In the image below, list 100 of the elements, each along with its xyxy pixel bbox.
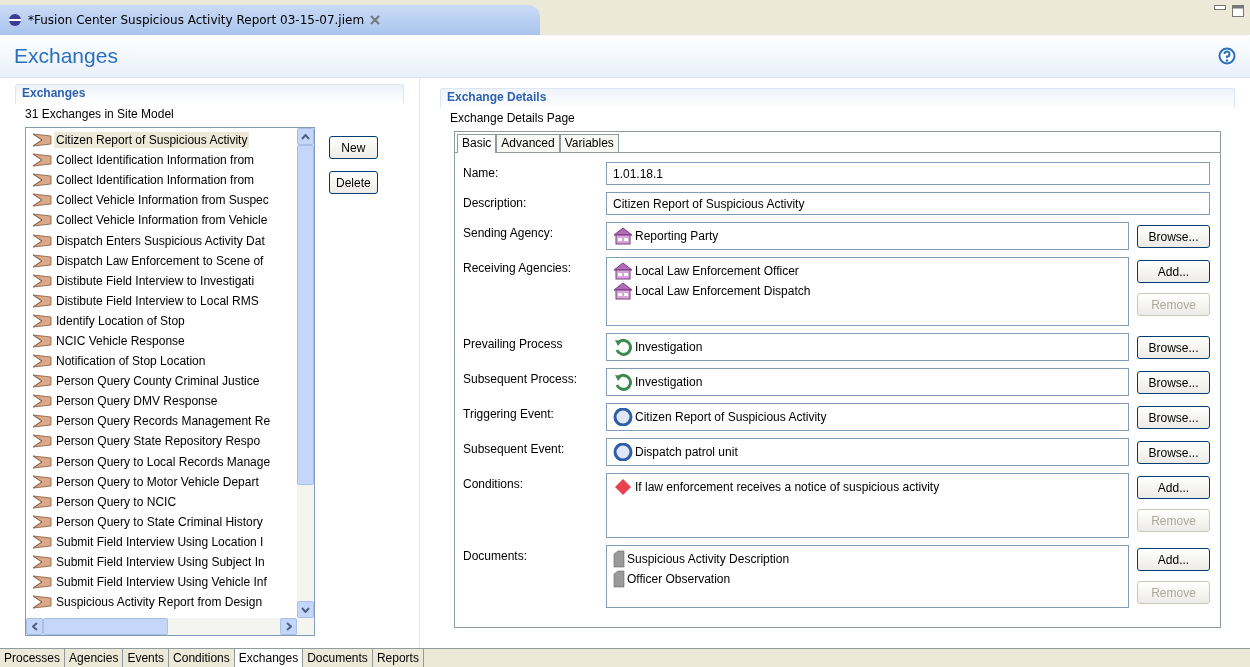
list-button[interactable]: Delete: [329, 171, 378, 194]
exchange-item[interactable]: NCIC Vehicle Response: [54, 333, 187, 349]
exchange-icon: [32, 514, 52, 529]
diamond-icon: [613, 478, 633, 496]
exchange-item[interactable]: Collect Identification Information from: [54, 172, 257, 189]
view-tab[interactable]: Exchanges: [234, 649, 304, 667]
exchange-icon: [32, 414, 52, 429]
exchange-item[interactable]: Person Query to Local Records Manage: [54, 453, 273, 470]
text-field[interactable]: 1.01.18.1: [606, 162, 1210, 185]
item-box[interactable]: Dispatch patrol unit: [606, 438, 1129, 466]
exchange-item[interactable]: Person Query to Motor Vehicle Depart: [54, 473, 261, 490]
item-text: Citizen Report of Suspicious Activity: [635, 410, 827, 424]
maximize-icon[interactable]: [1232, 5, 1244, 17]
exchange-icon: [32, 293, 52, 308]
exchange-item[interactable]: Collect Vehicle Information from Vehicle: [54, 212, 270, 229]
vertical-scrollbar[interactable]: [297, 128, 314, 618]
cycle-arrow-icon: [613, 338, 633, 356]
detail-tab[interactable]: Basic: [457, 134, 497, 153]
item-text: Investigation: [635, 375, 703, 389]
exchange-icon: [32, 575, 52, 590]
editor-tab[interactable]: *Fusion Center Suspicious Activity Report 03-15-07.jiem: [0, 5, 540, 35]
exchange-icon: [32, 253, 52, 268]
text-field[interactable]: Citizen Report of Suspicious Activity: [606, 192, 1210, 215]
close-icon[interactable]: [370, 15, 381, 25]
field-label: Prevailing Process: [463, 336, 564, 353]
exchange-item[interactable]: Distibute Field Interview to Investigati: [54, 272, 257, 289]
exchange-icon: [32, 394, 52, 409]
exchange-item[interactable]: Person Query to NCIC: [54, 493, 179, 510]
exchange-item[interactable]: Distibute Field Interview to Local RMS: [54, 292, 261, 309]
exchange-item[interactable]: Person Query to State Criminal History: [54, 513, 265, 530]
exchange-item[interactable]: Submit Field Interview Using Vehicle Inf: [54, 574, 269, 591]
exchange-item[interactable]: Dispatch Law Enforcement to Scene of: [54, 252, 266, 269]
house-icon: [613, 227, 633, 245]
field-label: Documents:: [463, 548, 529, 565]
detail-tab[interactable]: Advanced: [496, 134, 560, 152]
editor-tab-title: *Fusion Center Suspicious Activity Report 03-15-07.jiem: [28, 13, 365, 27]
item-text: Suspicious Activity Description: [627, 552, 790, 566]
exchange-icon: [32, 454, 52, 469]
house-icon: [613, 282, 633, 300]
field-button[interactable]: Browse...: [1137, 371, 1210, 394]
item-box[interactable]: Local Law Enforcement Officer Local Law Enforcement Dispatch: [606, 257, 1129, 326]
exchange-icon: [32, 313, 52, 328]
exchange-icon: [32, 434, 52, 449]
horizontal-scrollbar[interactable]: [26, 618, 314, 635]
exchange-icon: [32, 233, 52, 248]
page-title: Exchanges: [14, 44, 118, 68]
exchange-icon: [32, 133, 52, 148]
section-subtitle: Exchange Details Page: [449, 110, 576, 127]
item-box[interactable]: Investigation: [606, 368, 1129, 396]
field-button[interactable]: Browse...: [1137, 225, 1210, 248]
minimize-icon[interactable]: [1214, 5, 1226, 11]
exchange-icon: [32, 193, 52, 208]
exchange-item[interactable]: Submit Field Interview Using Location I: [54, 533, 266, 550]
item-box[interactable]: Suspicious Activity Description Officer Observation: [606, 545, 1129, 608]
document-icon: [613, 570, 625, 588]
exchange-item[interactable]: Citizen Report of Suspicious Activity: [54, 132, 250, 149]
exchange-item[interactable]: Person Query Records Management Re: [54, 413, 273, 430]
exchange-item[interactable]: Suspicious Activity Report from Design: [54, 594, 265, 611]
item-box[interactable]: Investigation: [606, 333, 1129, 361]
cycle-arrow-icon: [613, 373, 633, 391]
item-box[interactable]: Reporting Party: [606, 222, 1129, 250]
item-box[interactable]: Citizen Report of Suspicious Activity: [606, 403, 1129, 431]
field-label: Sending Agency:: [463, 225, 555, 242]
exchange-icon: [32, 595, 52, 610]
exchange-icon: [32, 153, 52, 168]
field-label: Subsequent Event:: [463, 441, 566, 458]
exchange-item[interactable]: Person Query County Criminal Justice: [54, 373, 262, 390]
field-button[interactable]: Browse...: [1137, 441, 1210, 464]
exchange-item[interactable]: Submit Field Interview Using Subject In: [54, 554, 267, 570]
exchange-icon: [32, 555, 52, 569]
field-label: Triggering Event:: [463, 406, 555, 423]
exchange-icon: [32, 354, 52, 369]
field-button[interactable]: Browse...: [1137, 406, 1210, 429]
exchange-item[interactable]: Person Query State Repository Respo: [54, 433, 263, 450]
exchange-item[interactable]: Notification of Stop Location: [54, 353, 208, 370]
exchange-item[interactable]: Identify Location of Stop: [54, 312, 187, 329]
document-icon: [613, 550, 625, 568]
exchange-icon: [32, 273, 52, 288]
house-icon: [613, 262, 633, 280]
exchange-icon: [32, 173, 52, 188]
field-label: Name:: [463, 165, 500, 182]
exchange-icon: [32, 534, 52, 549]
item-text: Officer Observation: [627, 572, 731, 586]
detail-tab[interactable]: Variables: [559, 134, 619, 152]
field-label: Subsequent Process:: [463, 371, 579, 388]
exchange-icon: [32, 474, 52, 489]
exchange-icon: [32, 494, 52, 509]
item-text: Local Law Enforcement Dispatch: [635, 284, 811, 298]
list-button[interactable]: New: [329, 136, 378, 159]
field-button[interactable]: Add...: [1137, 548, 1210, 571]
item-box[interactable]: If law enforcement receives a notice of suspicious activity: [606, 473, 1129, 538]
field-button[interactable]: Add...: [1137, 260, 1210, 283]
exchange-item[interactable]: Collect Vehicle Information from Suspec: [54, 192, 271, 209]
exchange-item[interactable]: Person Query DMV Response: [54, 393, 220, 410]
help-icon[interactable]: [1218, 47, 1236, 65]
exchange-item[interactable]: Dispatch Enters Suspicious Activity Dat: [54, 232, 267, 249]
field-button[interactable]: Add...: [1137, 476, 1210, 499]
item-text: Local Law Enforcement Officer: [635, 264, 799, 278]
exchange-item[interactable]: Collect Identification Information from: [54, 152, 257, 169]
field-button[interactable]: Browse...: [1137, 336, 1210, 359]
